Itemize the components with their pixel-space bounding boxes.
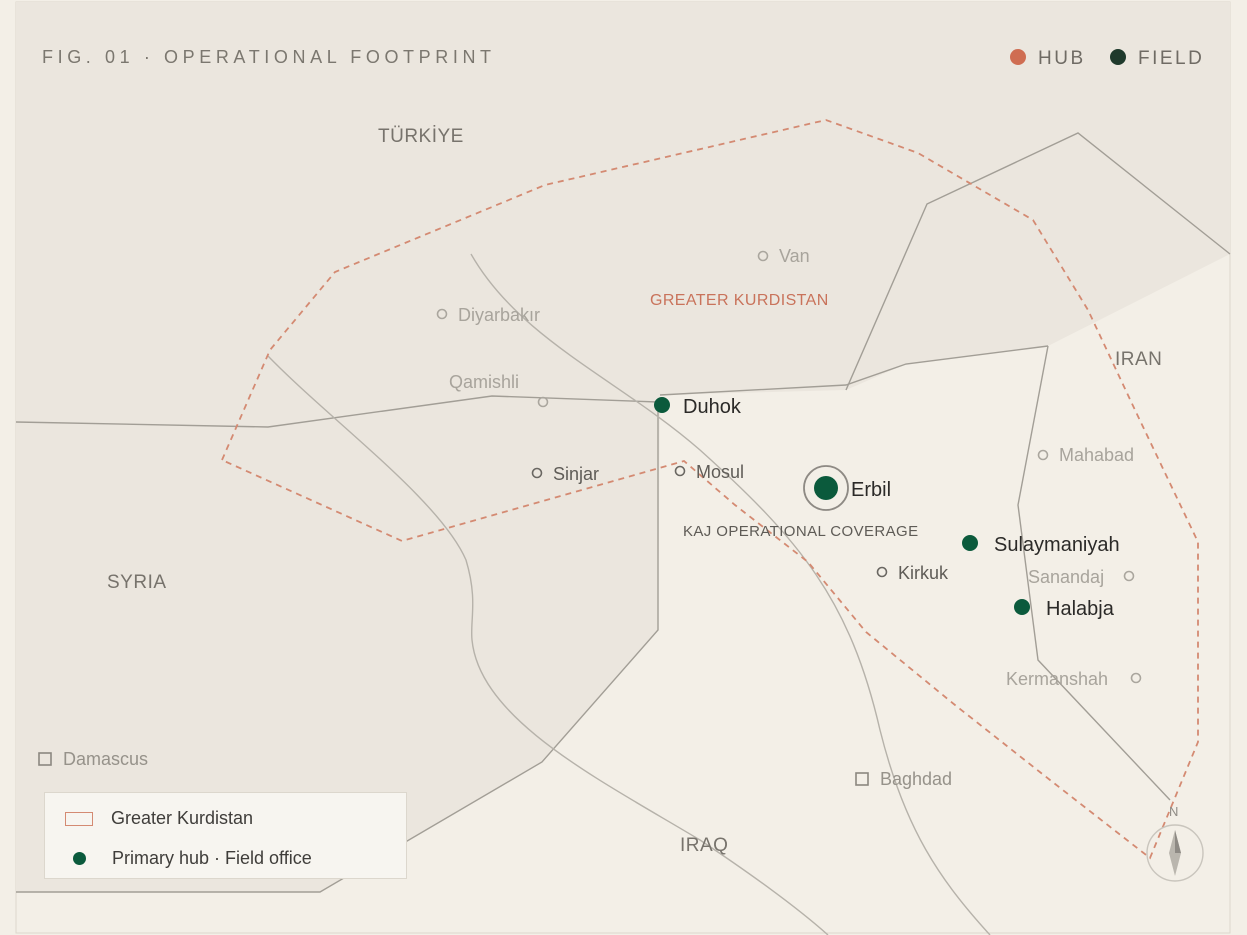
legend-row-kurdistan: Greater Kurdistan [65,808,253,829]
office-marker-halabja[interactable] [1014,599,1030,615]
map-legend: Greater Kurdistan Primary hub · Field of… [44,792,407,879]
city-label-baghdad: Baghdad [880,769,952,789]
office-marker-sulaymaniyah[interactable] [962,535,978,551]
figure-title: FIG. 01 · OPERATIONAL FOOTPRINT [42,47,496,67]
legend-label-hub: Primary hub · Field office [112,848,312,868]
legend-dot-hub [73,852,86,865]
city-label-diyarbakir: Diyarbakır [458,305,540,325]
field-legend-dot [1110,49,1126,65]
field-legend-label: FIELD [1138,48,1204,69]
map-figure: FIG. 01 · OPERATIONAL FOOTPRINT HUB FIEL… [0,0,1247,935]
legend-label-kurdistan: Greater Kurdistan [111,808,254,828]
legend-row-hub: Primary hub · Field office [65,848,312,869]
office-label-sulaymaniyah: Sulaymaniyah [994,534,1120,556]
coverage-label: KAJ OPERATIONAL COVERAGE [683,523,919,540]
compass-north-label: N [1169,804,1178,819]
country-label-turkiye: TÜRKİYE [378,126,464,147]
city-label-sanandaj: Sanandaj [1028,567,1104,587]
city-label-kermanshah: Kermanshah [1006,669,1108,689]
city-label-qamishli: Qamishli [449,372,519,392]
country-label-iraq: IRAQ [680,835,728,856]
legend-swatch-kurdistan [65,811,93,826]
city-label-mosul: Mosul [696,462,744,482]
country-label-syria: SYRIA [107,572,167,593]
country-label-iran: IRAN [1115,349,1162,370]
city-label-sinjar: Sinjar [553,464,599,484]
office-label-duhok: Duhok [683,396,742,418]
hub-marker-erbil[interactable] [814,476,838,500]
office-marker-duhok[interactable] [654,397,670,413]
region-label: GREATER KURDISTAN [650,292,829,309]
city-label-van: Van [779,246,810,266]
city-label-kirkuk: Kirkuk [898,563,949,583]
office-label-erbil: Erbil [851,479,891,501]
office-label-halabja: Halabja [1046,598,1115,620]
hub-legend-label: HUB [1038,48,1086,69]
hub-legend-dot [1010,49,1026,65]
city-label-mahabad: Mahabad [1059,445,1134,465]
city-label-damascus: Damascus [63,749,148,769]
